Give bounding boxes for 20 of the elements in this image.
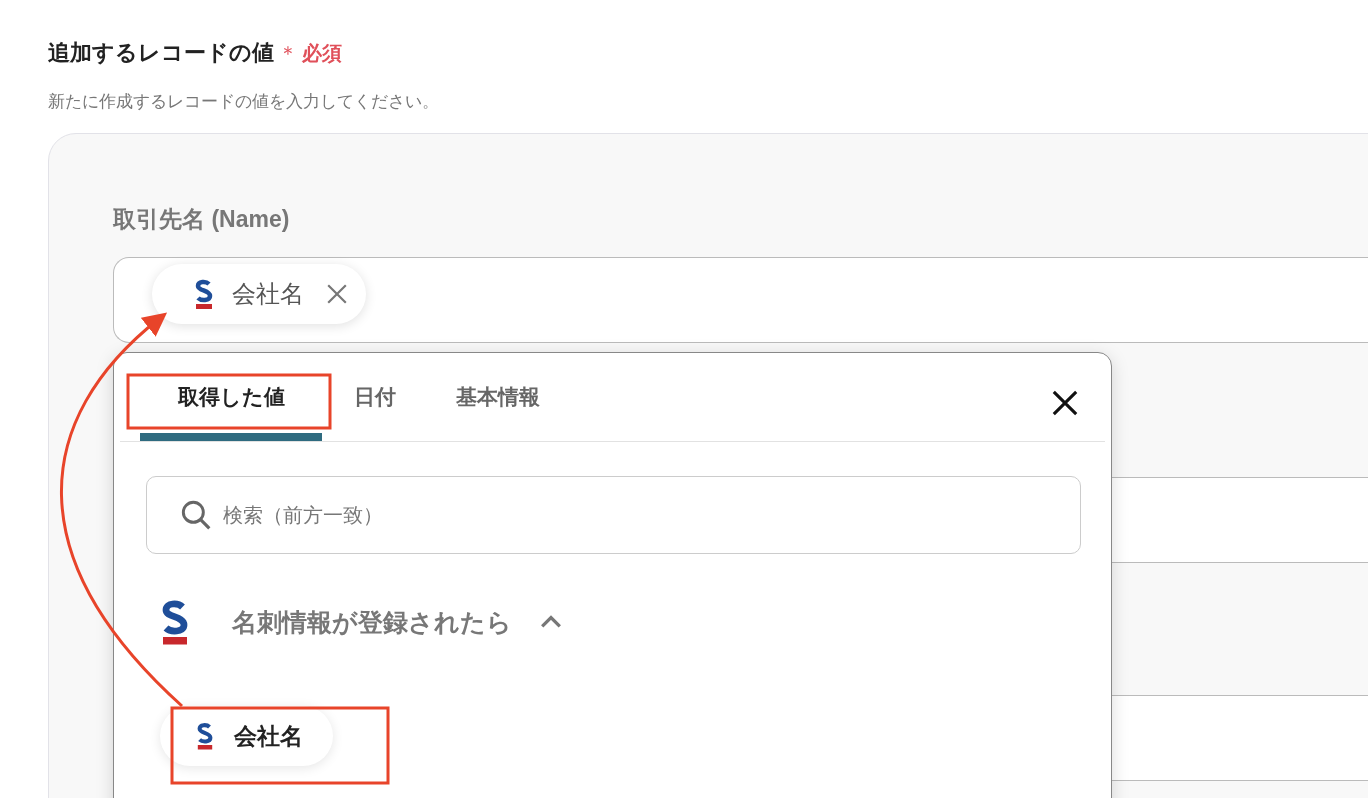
close-icon[interactable]	[1051, 389, 1079, 417]
field-label: 取引先名 (Name)	[113, 205, 291, 234]
group-title[interactable]: 名刺情報が登録されたら	[232, 605, 512, 639]
section-title: 追加するレコードの値	[48, 39, 274, 67]
value-chip[interactable]: 会社名	[152, 264, 366, 324]
logo-icon	[194, 278, 214, 310]
search-field[interactable]: 検索（前方一致）	[146, 476, 1081, 554]
logo-icon	[160, 598, 190, 646]
caret-icon[interactable]	[540, 615, 562, 629]
section-description: 新たに作成するレコードの値を入力してください。	[48, 91, 440, 113]
search-icon	[180, 499, 212, 531]
required-mark: ＊	[278, 41, 298, 66]
logo-icon	[196, 721, 214, 751]
remove-icon[interactable]	[326, 283, 348, 305]
list-item[interactable]: 会社名	[160, 706, 333, 766]
required-label: 必須	[302, 41, 342, 66]
tab[interactable]: 日付	[326, 353, 424, 441]
tab[interactable]: 取得した値	[140, 353, 322, 441]
input-field[interactable]: 会社名	[113, 257, 1368, 343]
tab[interactable]: 基本情報	[428, 353, 568, 441]
